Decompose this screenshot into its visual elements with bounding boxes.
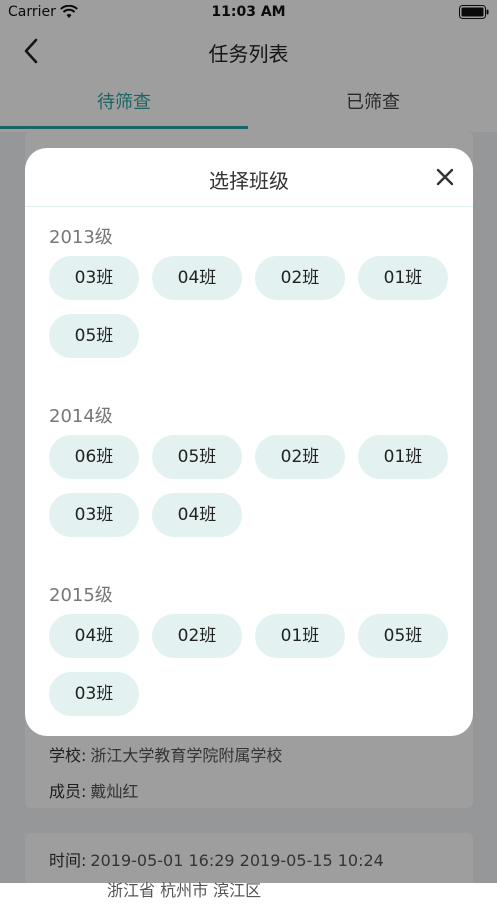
close-icon[interactable] xyxy=(432,164,458,190)
class-chip[interactable]: 03班 xyxy=(49,493,139,537)
class-chip[interactable]: 01班 xyxy=(255,614,345,658)
address-value: 浙江省 杭州市 滨江区 xyxy=(107,881,262,900)
class-chip[interactable]: 01班 xyxy=(358,435,448,479)
class-chip[interactable]: 03班 xyxy=(49,672,139,716)
select-class-dialog: 选择班级 2013级 03班 04班 02班 01班 05班 2014级 06班 05班 02班 0… xyxy=(25,148,473,736)
class-chip[interactable]: 04班 xyxy=(152,256,242,300)
class-list[interactable]: 2013级 03班 04班 02班 01班 05班 2014级 06班 05班 02班 01班 03班… xyxy=(25,207,473,736)
dialog-header: 选择班级 xyxy=(25,148,473,207)
class-chip[interactable]: 04班 xyxy=(152,493,242,537)
class-chip[interactable]: 02班 xyxy=(255,256,345,300)
class-chip[interactable]: 05班 xyxy=(152,435,242,479)
dialog-title: 选择班级 xyxy=(209,169,289,193)
class-chip[interactable]: 01班 xyxy=(358,256,448,300)
class-chip[interactable]: 03班 xyxy=(49,256,139,300)
class-chip[interactable]: 06班 xyxy=(49,435,139,479)
grade-label: 2014级 xyxy=(49,406,113,427)
class-chip[interactable]: 02班 xyxy=(152,614,242,658)
class-chip[interactable]: 05班 xyxy=(358,614,448,658)
grade-label: 2013级 xyxy=(49,227,113,248)
class-chip[interactable]: 04班 xyxy=(49,614,139,658)
class-chip[interactable]: 05班 xyxy=(49,314,139,358)
grade-label: 2015级 xyxy=(49,585,113,606)
class-chip[interactable]: 02班 xyxy=(255,435,345,479)
